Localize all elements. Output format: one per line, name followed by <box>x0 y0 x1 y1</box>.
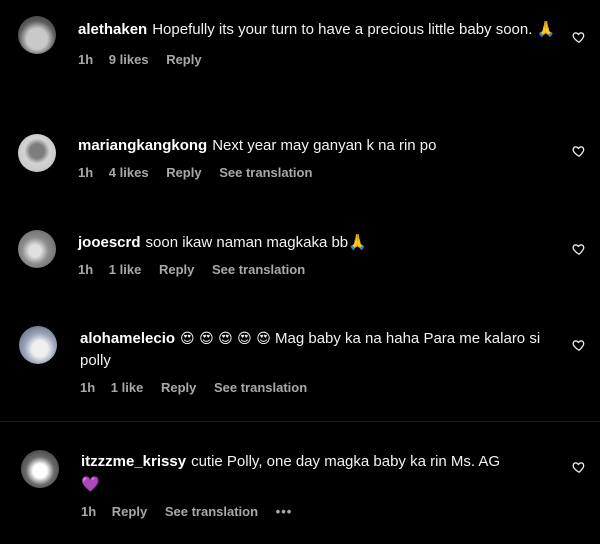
comment-likes[interactable]: 1 like <box>111 380 144 395</box>
comment-username[interactable]: jooescrd <box>78 234 141 251</box>
comment-time: 1h <box>78 165 94 180</box>
comment-likes[interactable]: 9 likes <box>109 52 149 67</box>
heart-outline-icon[interactable] <box>572 242 586 256</box>
comment-meta: 1h 4 likes Reply See translation <box>78 165 560 180</box>
comment-item: jooescrd soon ikaw naman magkaka bb🙏 1h 1… <box>0 210 600 310</box>
comment-meta: 1h Reply See translation ••• <box>81 504 560 519</box>
comment-username[interactable]: alohamelecio <box>80 330 175 347</box>
see-translation-button[interactable]: See translation <box>214 380 307 395</box>
comment-text: alohamelecio 😍 😍 😍 😍 😍 Mag baby ka na hah… <box>80 328 560 372</box>
comment-likes[interactable]: 1 like <box>109 262 142 277</box>
comment-meta: 1h 9 likes Reply <box>78 52 560 67</box>
comment-username[interactable]: itzzzme_krissy <box>81 453 186 470</box>
heart-outline-icon[interactable] <box>572 30 586 44</box>
see-translation-button[interactable]: See translation <box>212 262 305 277</box>
comment-body: alohamelecio 😍 😍 😍 😍 😍 Mag baby ka na hah… <box>80 328 560 395</box>
reply-button[interactable]: Reply <box>112 504 147 519</box>
comment-likes[interactable]: 4 likes <box>109 165 149 180</box>
more-options-button[interactable]: ••• <box>276 504 293 519</box>
comment-time: 1h <box>78 262 94 277</box>
comment-content: Next year may ganyan k na rin po <box>212 137 437 154</box>
reply-button[interactable]: Reply <box>161 380 196 395</box>
comment-meta: 1h 1 like Reply See translation <box>78 262 560 277</box>
comment-time: 1h <box>78 52 94 67</box>
comment-content: soon ikaw naman magkaka bb🙏 <box>145 234 367 251</box>
comment-item: alethaken Hopefully its your turn to have… <box>0 0 600 110</box>
reply-button[interactable]: Reply <box>166 52 201 67</box>
comment-text: itzzzme_krissy cutie Polly, one day magka… <box>81 451 560 496</box>
avatar[interactable] <box>18 134 56 172</box>
comment-text: alethaken Hopefully its your turn to have… <box>78 19 560 41</box>
comment-body: alethaken Hopefully its your turn to have… <box>78 19 560 67</box>
comment-content: cutie Polly, one day magka baby ka rin M… <box>191 453 501 470</box>
comment-text: mariangkangkong Next year may ganyan k na… <box>78 135 560 157</box>
comment-text: jooescrd soon ikaw naman magkaka bb🙏 <box>78 232 560 254</box>
see-translation-button[interactable]: See translation <box>219 165 312 180</box>
comment-body: jooescrd soon ikaw naman magkaka bb🙏 1h 1… <box>78 232 560 277</box>
avatar[interactable] <box>18 16 56 54</box>
comment-meta: 1h 1 like Reply See translation <box>80 380 560 395</box>
comment-item: alohamelecio 😍 😍 😍 😍 😍 Mag baby ka na hah… <box>0 310 600 420</box>
reply-button[interactable]: Reply <box>159 262 194 277</box>
avatar[interactable] <box>18 230 56 268</box>
comment-username[interactable]: alethaken <box>78 21 147 38</box>
emoji-group: 😍 😍 😍 😍 😍 <box>180 331 271 347</box>
see-translation-button[interactable]: See translation <box>165 504 258 519</box>
reply-button[interactable]: Reply <box>166 165 201 180</box>
comment-body: mariangkangkong Next year may ganyan k na… <box>78 135 560 180</box>
comment-item: mariangkangkong Next year may ganyan k na… <box>0 110 600 210</box>
comment-body: itzzzme_krissy cutie Polly, one day magka… <box>81 451 560 519</box>
comment-time: 1h <box>81 504 97 519</box>
comment-time: 1h <box>80 380 96 395</box>
avatar[interactable] <box>19 326 57 364</box>
comment-username[interactable]: mariangkangkong <box>78 137 207 154</box>
avatar[interactable] <box>21 450 59 488</box>
heart-outline-icon[interactable] <box>572 460 586 474</box>
purple-heart-emoji: 💜 <box>81 475 100 493</box>
heart-outline-icon[interactable] <box>572 338 586 352</box>
comment-content: Hopefully its your turn to have a precio… <box>152 21 556 38</box>
comment-item: itzzzme_krissy cutie Polly, one day magka… <box>0 422 600 544</box>
heart-outline-icon[interactable] <box>572 144 586 158</box>
